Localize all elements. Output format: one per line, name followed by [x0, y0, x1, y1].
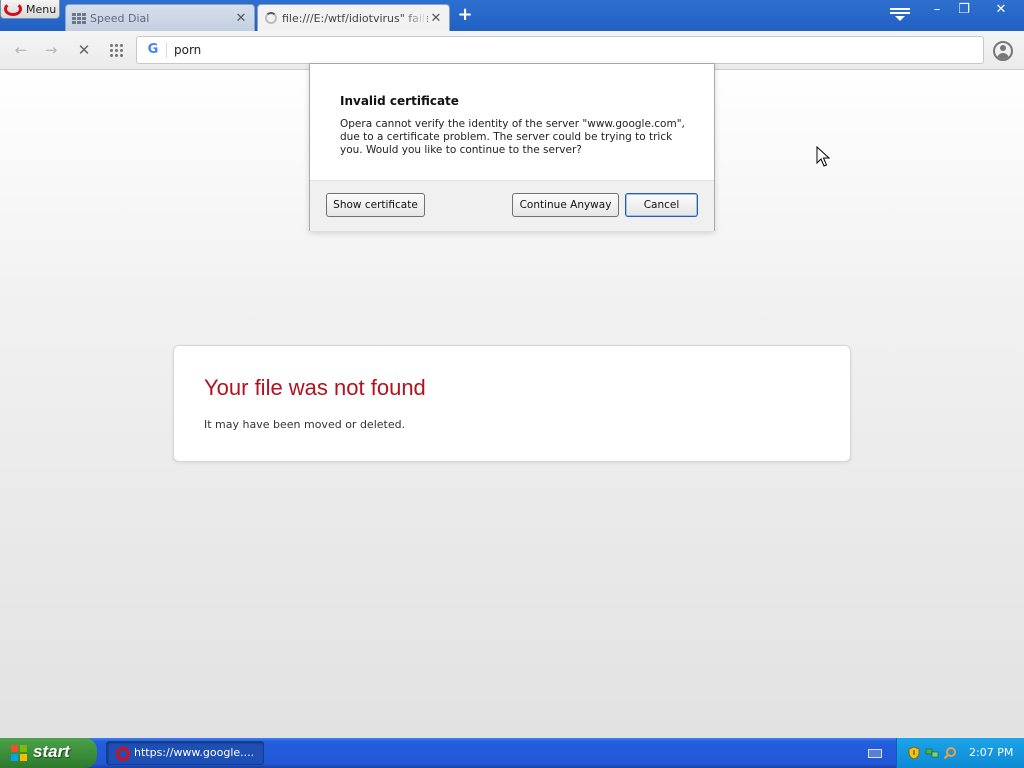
tab-close-icon[interactable]: ✕	[233, 11, 249, 26]
speed-dial-grid-icon	[72, 12, 86, 24]
address-separator	[166, 42, 167, 58]
clock[interactable]: 2:07 PM	[969, 746, 1013, 759]
minimize-button[interactable]: –	[926, 2, 948, 20]
opera-logo-icon	[116, 747, 130, 761]
close-window-button[interactable]: ✕	[990, 2, 1012, 20]
taskbar-item-label: https://www.google....	[134, 746, 255, 759]
tab-title-fade	[403, 5, 427, 31]
apps-grid-icon[interactable]	[109, 43, 123, 57]
forward-button[interactable]: →	[40, 40, 62, 60]
start-label: start	[33, 742, 70, 761]
address-bar[interactable]: G porn	[136, 36, 984, 64]
dialog-title: Invalid certificate	[340, 94, 459, 108]
search-icon[interactable]	[943, 746, 957, 760]
menu-label: Menu	[26, 2, 57, 16]
dialog-footer: Show certificate Continue Anyway Cancel	[310, 180, 714, 231]
title-bar: Menu Speed Dial ✕ file:///E:/wtf/idiotvi…	[0, 0, 1024, 31]
tab-close-icon[interactable]: ✕	[428, 11, 444, 26]
taskbar-item-opera[interactable]: https://www.google....	[106, 741, 264, 765]
cancel-button[interactable]: Cancel	[625, 193, 698, 217]
windows-flag-icon	[11, 745, 27, 761]
new-tab-button[interactable]: +	[455, 5, 475, 25]
show-certificate-button[interactable]: Show certificate	[326, 193, 425, 217]
tab-speed-dial[interactable]: Speed Dial ✕	[65, 4, 255, 31]
tab-file-error[interactable]: file:///E:/wtf/idiotvirus" failed ✕	[257, 4, 450, 31]
dialog-message: Opera cannot verify the identity of the …	[340, 118, 685, 156]
error-subtitle: It may have been moved or deleted.	[204, 418, 406, 431]
tab-menu-icon[interactable]	[890, 8, 910, 24]
address-input[interactable]: porn	[174, 37, 201, 63]
continue-anyway-button[interactable]: Continue Anyway	[512, 193, 619, 217]
opera-menu-button[interactable]: Menu	[0, 0, 60, 19]
restore-button[interactable]: ❐	[953, 2, 975, 20]
error-title: Your file was not found	[204, 375, 426, 400]
windows-taskbar: start https://www.google.... 2:07 PM	[0, 738, 1024, 768]
tab-label: Speed Dial	[90, 11, 150, 25]
network-icon[interactable]	[925, 746, 939, 760]
back-button[interactable]: ←	[10, 40, 32, 60]
system-tray: 2:07 PM	[896, 738, 1024, 768]
security-shield-icon[interactable]	[907, 746, 921, 760]
opera-logo-icon	[4, 2, 22, 16]
mouse-cursor-icon	[816, 146, 830, 167]
google-search-icon: G	[147, 42, 159, 57]
loading-spinner-icon	[265, 12, 277, 24]
error-card: Your file was not found It may have been…	[173, 345, 851, 462]
invalid-certificate-dialog: Invalid certificate Opera cannot verify …	[309, 63, 715, 231]
keyboard-icon[interactable]	[868, 749, 882, 758]
account-icon[interactable]	[993, 41, 1013, 61]
start-button[interactable]: start	[0, 738, 97, 768]
stop-button[interactable]: ✕	[73, 40, 95, 60]
